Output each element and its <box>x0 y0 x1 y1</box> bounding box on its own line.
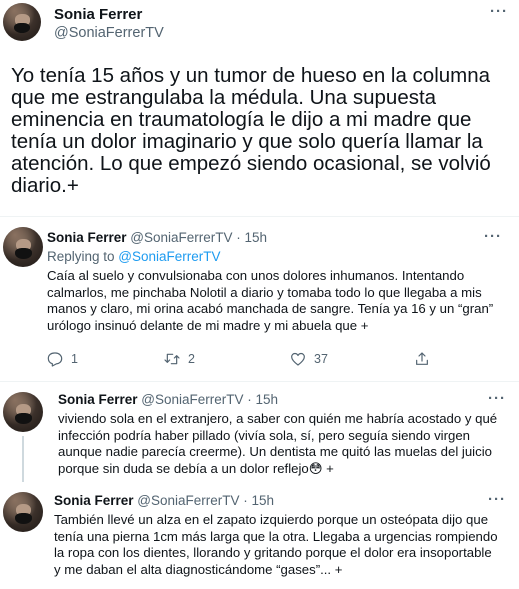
more-icon[interactable]: ··· <box>484 228 502 245</box>
reply-line: También llevé un alza en el zapato izqui… <box>54 512 489 527</box>
more-icon[interactable]: ··· <box>490 3 508 20</box>
reply-line: Caía al suelo y convulsionaba con unos d… <box>47 268 465 283</box>
reply-line: calmarlos, me pinchaba Nolotil a diario … <box>47 284 482 300</box>
reply-meta: Sonia Ferrer @SoniaFerrerTV · 15h <box>54 493 274 508</box>
reply-line: porque sin duda se debía a un dolor refl… <box>58 460 334 476</box>
reply-line: tenía una pierna 1cm más larga que la ot… <box>54 528 498 544</box>
reply-icon <box>47 352 63 367</box>
author-handle[interactable]: @SoniaFerrerTV · 15h <box>130 230 267 245</box>
tweet-line: tenía un dolor imaginario y que solo que… <box>11 130 483 153</box>
reply-line: aunque nadie parecía creerme). Un dentis… <box>58 444 492 459</box>
reply-line: y me daban el alta diagnosticándome “gas… <box>54 561 343 577</box>
avatar[interactable] <box>3 3 41 41</box>
reply-button[interactable]: 1 <box>47 351 78 367</box>
more-icon[interactable]: ··· <box>488 390 506 407</box>
author-name[interactable]: Sonia Ferrer <box>47 230 127 245</box>
reply-tweet[interactable]: Sonia Ferrer @SoniaFerrerTV · 15h ··· Ta… <box>0 484 519 589</box>
tweet-line: eminencia en traumatología le dijo a mi … <box>11 108 472 131</box>
retweet-count: 2 <box>188 352 195 366</box>
reply-meta: Sonia Ferrer @SoniaFerrerTV · 15h <box>47 230 267 245</box>
reply-count: 1 <box>71 352 78 366</box>
replying-to: Replying to @SoniaFerrerTV <box>47 249 221 264</box>
tweet-line: que me estrangulaba la médula. Una supue… <box>11 86 437 109</box>
main-tweet: Sonia Ferrer @SoniaFerrerTV ··· Yo tenía… <box>0 0 519 220</box>
replying-prefix: Replying to <box>47 249 119 264</box>
reply-meta: Sonia Ferrer @SoniaFerrerTV · 15h <box>58 392 278 407</box>
tweet-line: Yo tenía 15 años y un tumor de hueso en … <box>11 64 491 87</box>
tweet-text: Yo tenía 15 años y un tumor de hueso en … <box>11 65 516 197</box>
retweet-button[interactable]: 2 <box>164 351 195 367</box>
tweet-line: atención. Lo que empezó siendo ocasional… <box>11 152 491 175</box>
author-name[interactable]: Sonia Ferrer <box>54 6 142 23</box>
avatar[interactable] <box>3 492 43 532</box>
reply-text: También llevé un alza en el zapato izqui… <box>54 512 498 578</box>
replying-to-link[interactable]: @SoniaFerrerTV <box>118 249 220 264</box>
avatar[interactable] <box>3 392 43 432</box>
like-count: 37 <box>314 352 328 366</box>
reply-line: manos y claro, mi orina acabó manchada d… <box>47 301 494 316</box>
tweet-line: diario.+ <box>11 174 79 197</box>
like-button[interactable]: 37 <box>290 351 328 367</box>
reply-text: viviendo sola en el extranjero, a saber … <box>58 411 497 477</box>
author-name[interactable]: Sonia Ferrer <box>54 493 134 508</box>
reply-tweet[interactable]: Sonia Ferrer @SoniaFerrerTV · 15h ··· vi… <box>0 382 519 482</box>
reply-text: Caía al suelo y convulsionaba con unos d… <box>47 268 493 334</box>
reply-line: urólogo insinuó delante de mi madre y mi… <box>47 317 369 333</box>
author-handle[interactable]: @SoniaFerrerTV · 15h <box>137 493 274 508</box>
share-button[interactable] <box>414 351 430 367</box>
reply-tweet[interactable]: Sonia Ferrer @SoniaFerrerTV · 15h ··· Re… <box>0 217 519 382</box>
author-handle[interactable]: @SoniaFerrerTV <box>54 25 164 41</box>
reply-line: la ropa con los dientes, llorando y grit… <box>54 545 492 560</box>
action-bar: 1 2 37 <box>47 351 497 371</box>
reply-line: infección podría haber pillado (vivía so… <box>58 427 470 443</box>
author-handle[interactable]: @SoniaFerrerTV · 15h <box>141 392 278 407</box>
share-icon <box>416 352 428 365</box>
like-icon <box>291 352 305 366</box>
author-name[interactable]: Sonia Ferrer <box>58 392 138 407</box>
more-icon[interactable]: ··· <box>488 491 506 508</box>
reply-line: viviendo sola en el extranjero, a saber … <box>58 411 498 426</box>
retweet-icon <box>164 353 180 365</box>
thread-line <box>22 436 24 482</box>
avatar[interactable] <box>3 227 43 267</box>
